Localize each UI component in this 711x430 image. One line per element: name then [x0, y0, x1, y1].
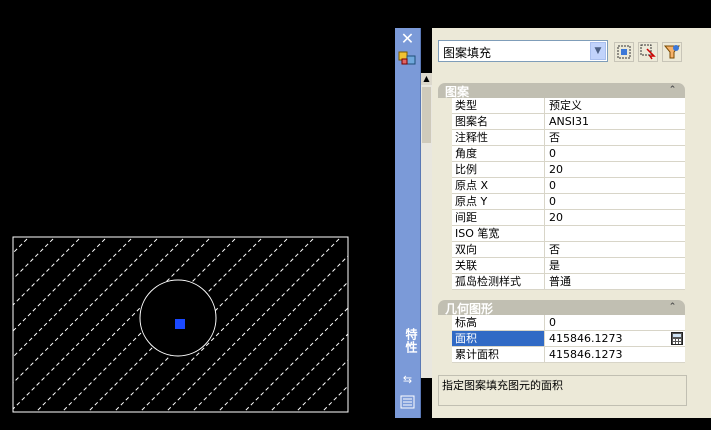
- description-panel: 指定图案填充图元的面积: [438, 375, 687, 406]
- property-value[interactable]: 415846.1273: [547, 331, 685, 346]
- section-header[interactable]: 几何图形 ⌃: [438, 300, 685, 316]
- property-value[interactable]: 否: [547, 130, 685, 145]
- property-row[interactable]: 注释性否: [452, 130, 685, 146]
- object-type-dropdown[interactable]: 图案填充 ▼: [438, 40, 608, 62]
- property-row[interactable]: 面积 415846.1273: [452, 331, 685, 347]
- toggle-pickadd-icon: [663, 45, 681, 59]
- property-row[interactable]: 孤岛检测样式 普通: [452, 274, 685, 290]
- property-label: ISO 笔宽: [452, 226, 545, 241]
- property-label: 原点 X: [452, 178, 545, 193]
- collapse-chevron-icon[interactable]: ⌃: [666, 84, 679, 97]
- property-row[interactable]: 双向否: [452, 242, 685, 258]
- chevron-down-icon[interactable]: ▼: [590, 42, 606, 60]
- property-label: 标高: [452, 315, 545, 330]
- property-row[interactable]: 角度 0: [452, 146, 685, 162]
- description-text: 指定图案填充图元的面积: [442, 379, 563, 392]
- hatch-line: [13, 237, 30, 254]
- section-header[interactable]: 图案 ⌃: [438, 83, 685, 99]
- property-row[interactable]: 原点 X0: [452, 178, 685, 194]
- property-row[interactable]: 间距 20: [452, 210, 685, 226]
- palette-menu-icon[interactable]: [399, 394, 416, 410]
- property-value[interactable]: 0: [547, 146, 685, 161]
- palette-scrollbar[interactable]: ▲: [421, 73, 432, 378]
- quick-select-button[interactable]: [614, 42, 634, 62]
- scroll-up-icon[interactable]: ▲: [421, 73, 432, 85]
- palette-content: 图案填充 ▼ 图案 ⌃ 类型 预定义 图案名 ANSI31 注释性否角度 0 比例 20 原点 X0…: [432, 28, 711, 418]
- auto-hide-icon[interactable]: ⇆: [399, 372, 416, 388]
- property-value[interactable]: 415846.1273: [547, 347, 685, 362]
- palette-title: 特性: [404, 328, 418, 354]
- property-label: 累计面积: [452, 347, 545, 362]
- property-value[interactable]: 20: [547, 162, 685, 177]
- property-label: 面积: [452, 331, 545, 346]
- property-value[interactable]: ANSI31: [547, 114, 685, 129]
- island-circle[interactable]: [139, 279, 217, 357]
- property-row[interactable]: 关联是: [452, 258, 685, 274]
- close-icon[interactable]: ✕: [399, 31, 416, 48]
- hatch-line: [217, 281, 348, 412]
- property-value[interactable]: [547, 226, 685, 241]
- property-value[interactable]: 是: [547, 258, 685, 273]
- property-label: 关联: [452, 258, 545, 273]
- hatch-line: [13, 237, 134, 358]
- select-objects-button[interactable]: [638, 42, 658, 62]
- property-value[interactable]: 0: [547, 178, 685, 193]
- property-row[interactable]: ISO 笔宽: [452, 226, 685, 242]
- property-row[interactable]: 图案名 ANSI31: [452, 114, 685, 130]
- property-value[interactable]: 预定义: [547, 98, 685, 113]
- property-label: 比例: [452, 162, 545, 177]
- property-row[interactable]: 标高 0: [452, 315, 685, 331]
- property-label: 原点 Y: [452, 194, 545, 209]
- property-value[interactable]: 普通: [547, 274, 685, 289]
- properties-icon[interactable]: [398, 50, 417, 66]
- hatch-line: [13, 237, 56, 280]
- palette-titlebar[interactable]: ✕ 特性 ⇆: [395, 28, 421, 418]
- property-label: 类型: [452, 98, 545, 113]
- property-row[interactable]: 比例 20: [452, 162, 685, 178]
- hatch-line: [0, 230, 10, 420]
- property-row[interactable]: 类型 预定义: [452, 98, 685, 114]
- property-label: 图案名: [452, 114, 545, 129]
- property-label: 注释性: [452, 130, 545, 145]
- property-value[interactable]: 20: [547, 210, 685, 225]
- property-row[interactable]: 累计面积 415846.1273: [452, 347, 685, 363]
- property-value[interactable]: 0: [547, 194, 685, 209]
- properties-palette: ✕ 特性 ⇆ ▲ 图案填充 ▼ 图案 ⌃ 类型 预定义 图案名 ANSI31 注…: [395, 28, 711, 418]
- toggle-pickadd-button[interactable]: [662, 42, 682, 62]
- property-value[interactable]: 0: [547, 315, 685, 330]
- center-grip[interactable]: [175, 319, 185, 329]
- scroll-thumb[interactable]: [422, 87, 431, 143]
- property-label: 间距: [452, 210, 545, 225]
- property-value[interactable]: 否: [547, 242, 685, 257]
- property-label: 双向: [452, 242, 545, 257]
- select-objects-icon: [640, 44, 656, 60]
- property-row[interactable]: 原点 Y0: [452, 194, 685, 210]
- quick-select-icon: [617, 45, 631, 59]
- property-label: 孤岛检测样式: [452, 274, 545, 289]
- object-type-value: 图案填充: [443, 46, 492, 60]
- collapse-chevron-icon[interactable]: ⌃: [666, 301, 679, 314]
- property-label: 角度: [452, 146, 545, 161]
- calculator-icon[interactable]: [671, 332, 683, 345]
